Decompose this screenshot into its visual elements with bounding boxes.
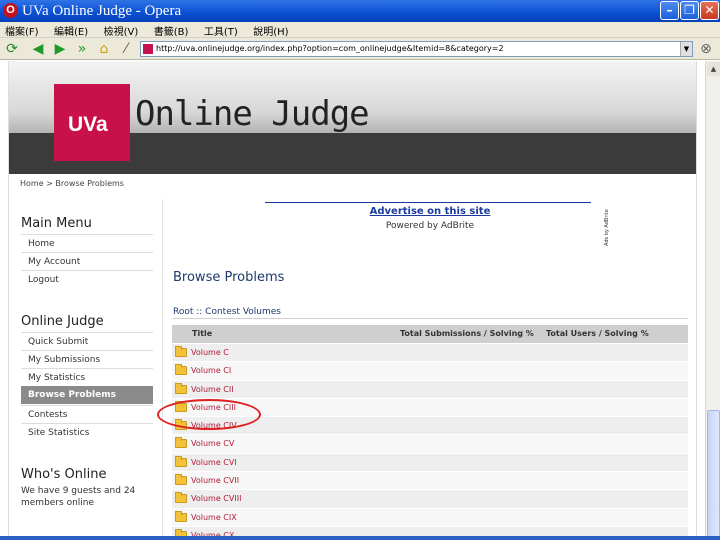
fast-forward-icon[interactable]: » [74, 41, 90, 57]
volumes-table: Title Total Submissions / Solving % Tota… [172, 325, 688, 540]
url-text[interactable]: http://uva.onlinejudge.org/index.php?opt… [156, 42, 676, 56]
whos-online-text: We have 9 guests and 24 members online [21, 486, 136, 508]
vertical-scrollbar[interactable]: ▲ [705, 61, 720, 540]
scroll-thumb[interactable] [707, 410, 720, 538]
table-row[interactable]: Volume CVI [172, 452, 688, 472]
volume-link[interactable]: Volume CI [191, 362, 231, 380]
wand-icon[interactable]: ⁄ [118, 41, 134, 57]
opera-icon: O [3, 3, 18, 18]
site-title: Online Judge [135, 94, 370, 134]
table-header: Title Total Submissions / Solving % Tota… [172, 325, 688, 343]
folder-icon [175, 364, 187, 376]
main-menu-heading: Main Menu [21, 216, 92, 231]
back-icon[interactable]: ◀ [30, 41, 46, 57]
advertise-link[interactable]: Advertise on this site [265, 206, 595, 218]
taskbar-edge [0, 536, 720, 540]
folder-icon [175, 492, 187, 504]
folder-icon [175, 382, 187, 394]
table-row[interactable]: Volume CII [172, 379, 688, 399]
folder-icon [175, 437, 187, 449]
header-submissions[interactable]: Total Submissions / Solving % [400, 325, 534, 343]
volume-link[interactable]: Volume CIX [191, 509, 237, 527]
volume-link[interactable]: Volume CVII [191, 472, 239, 490]
table-row[interactable]: Volume CI [172, 361, 688, 380]
volume-link[interactable]: Volume CVIII [191, 490, 241, 508]
sidebar-item-browse-problems[interactable]: Browse Problems [21, 386, 153, 404]
header-users[interactable]: Total Users / Solving % [546, 325, 649, 343]
maximize-button[interactable]: ❐ [680, 1, 699, 20]
window-title: UVa Online Judge - Opera [22, 3, 182, 19]
sidebar-item-contests[interactable]: Contests [21, 405, 153, 423]
online-judge-heading: Online Judge [21, 314, 104, 329]
volume-link[interactable]: Volume C [191, 344, 229, 362]
uva-logo[interactable]: UVa [54, 84, 130, 161]
folder-icon [175, 510, 187, 522]
table-row[interactable]: Volume CV [172, 434, 688, 453]
close-button[interactable]: ✕ [700, 1, 719, 20]
table-row[interactable]: Volume C [172, 343, 688, 362]
reload-icon[interactable]: ⟳ [4, 41, 20, 57]
volume-link[interactable]: Volume CII [191, 381, 234, 399]
folder-icon [175, 474, 187, 486]
category-breadcrumb[interactable]: Root :: Contest Volumes [173, 306, 281, 318]
menu-bar: 檔案(F) 編輯(E) 檢視(V) 書籤(B) 工具(T) 說明(H) [0, 22, 720, 38]
title-bar: O UVa Online Judge - Opera – ❐ ✕ [0, 0, 720, 22]
site-favicon-icon [143, 44, 153, 54]
address-bar[interactable]: http://uva.onlinejudge.org/index.php?opt… [140, 41, 693, 57]
sidebar-item-my-account[interactable]: My Account [21, 252, 153, 270]
category-divider [173, 318, 688, 319]
search-icon[interactable]: ⊗ [698, 41, 714, 57]
ad-powered-by[interactable]: Powered by AdBrite [265, 220, 595, 232]
ad-vertical-label[interactable]: Ads by AdBrite [604, 202, 610, 246]
breadcrumb[interactable]: Home > Browse Problems [20, 179, 124, 189]
sidebar-item-home[interactable]: Home [21, 234, 153, 252]
address-dropdown-icon[interactable]: ▼ [680, 42, 692, 56]
whos-online-heading: Who's Online [21, 467, 107, 482]
annotation-circle [157, 399, 261, 430]
scroll-up-icon[interactable]: ▲ [707, 62, 720, 76]
minimize-button[interactable]: – [660, 1, 679, 20]
folder-icon [175, 346, 187, 357]
header-title[interactable]: Title [192, 325, 212, 343]
sidebar-item-logout[interactable]: Logout [21, 270, 153, 288]
folder-icon [175, 455, 187, 467]
table-row[interactable]: Volume CVII [172, 471, 688, 490]
volume-link[interactable]: Volume CV [191, 435, 234, 453]
sidebar-item-quick-submit[interactable]: Quick Submit [21, 332, 153, 350]
table-row[interactable]: Volume CIX [172, 507, 688, 527]
table-row[interactable]: Volume CVIII [172, 489, 688, 508]
sidebar-item-my-statistics[interactable]: My Statistics [21, 368, 153, 386]
page-title: Browse Problems [173, 270, 285, 285]
ad-rule [265, 202, 591, 203]
sidebar-item-my-submissions[interactable]: My Submissions [21, 350, 153, 368]
left-margin [0, 61, 8, 540]
forward-icon[interactable]: ▶ [52, 41, 68, 57]
navigation-toolbar: ⟳ ◀ ▶ » ⌂ ⁄ http://uva.onlinejudge.org/i… [0, 38, 720, 60]
volume-link[interactable]: Volume CVI [191, 454, 237, 472]
sidebar-divider [162, 199, 163, 540]
sidebar-item-site-statistics[interactable]: Site Statistics [21, 423, 153, 441]
home-icon[interactable]: ⌂ [96, 41, 112, 57]
page-viewport: UVa Online Judge Home > Browse Problems … [0, 61, 705, 540]
